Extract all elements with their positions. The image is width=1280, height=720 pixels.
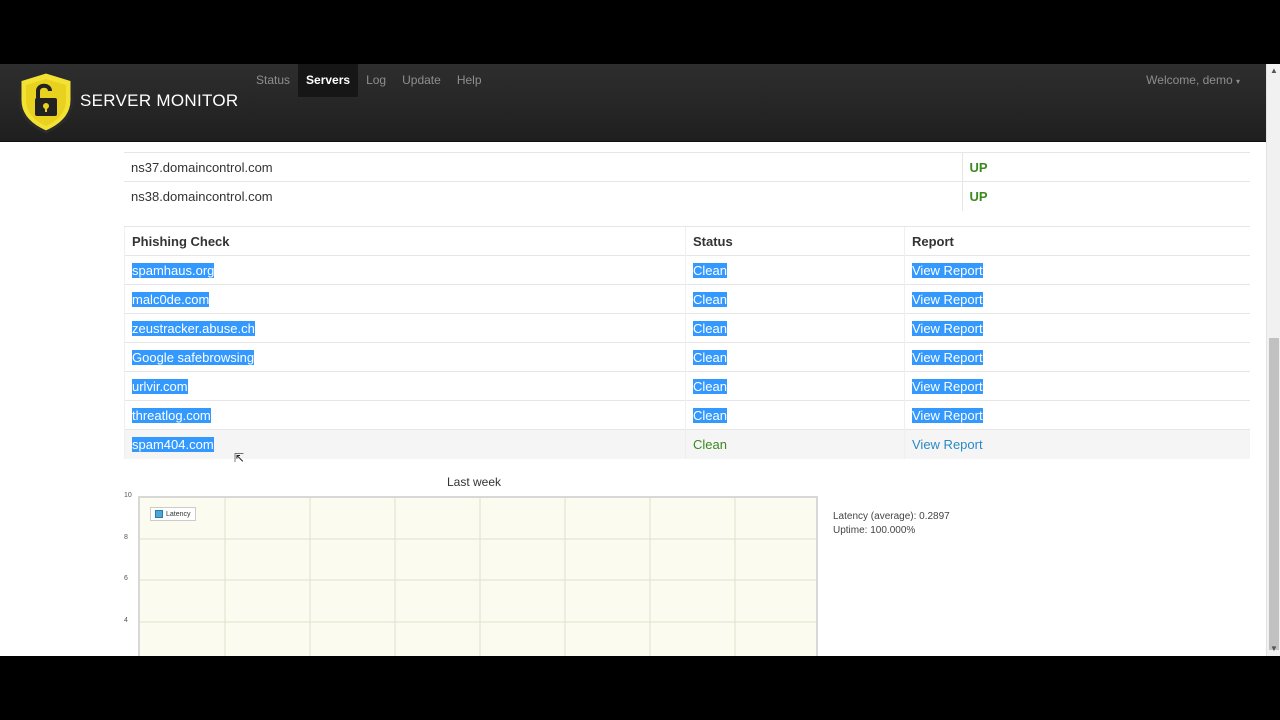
vertical-scrollbar[interactable]: ▲ ▼ (1266, 64, 1280, 656)
brand-title[interactable]: SERVER MONITOR (80, 91, 239, 111)
nameserver-table: ns37.domaincontrol.com UP ns38.domaincon… (124, 152, 1250, 211)
view-report-link[interactable]: View Report (912, 262, 983, 278)
phishing-check-name: zeustracker.abuse.ch (132, 320, 255, 336)
browser-viewport: SERVER MONITOR Status Servers Log Update… (0, 64, 1280, 656)
scroll-up-arrow-icon[interactable]: ▲ (1267, 64, 1280, 78)
legend-label: Latency (166, 510, 191, 518)
nav-servers[interactable]: Servers (298, 64, 359, 97)
nav-log[interactable]: Log (358, 64, 394, 97)
uptime-value: Uptime: 100.000% (833, 525, 916, 536)
phishing-status: Clean (693, 407, 727, 423)
y-tick-label: 4 (124, 617, 128, 624)
main-nav: Status Servers Log Update Help (248, 64, 490, 97)
table-row: ns38.domaincontrol.com UP (124, 181, 1250, 211)
table-row: zeustracker.abuse.ch Clean View Report (124, 313, 1250, 343)
chart-grid (140, 498, 816, 656)
phishing-status: Clean (693, 262, 727, 278)
user-menu[interactable]: Welcome, demo ▾ (1146, 64, 1240, 98)
phishing-check-name: spamhaus.org (132, 262, 215, 278)
mouse-cursor-icon: ⇱ (234, 451, 245, 465)
phishing-status: Clean (693, 378, 727, 394)
nav-help[interactable]: Help (449, 64, 490, 97)
table-header-row: Phishing Check Status Report (124, 226, 1250, 256)
scroll-thumb[interactable] (1269, 338, 1279, 650)
table-row: malc0de.com Clean View Report (124, 284, 1250, 314)
view-report-link[interactable]: View Report (912, 437, 983, 452)
header-report: Report (904, 226, 1250, 256)
legend-swatch (155, 510, 163, 518)
phishing-table: Phishing Check Status Report spamhaus.or… (124, 226, 1250, 459)
y-tick-label: 10 (124, 492, 132, 499)
ns-status: UP (961, 152, 1250, 182)
navbar: SERVER MONITOR Status Servers Log Update… (0, 64, 1266, 142)
table-row: spamhaus.org Clean View Report (124, 255, 1250, 285)
phishing-status: Clean (693, 436, 727, 452)
chart-legend: Latency (150, 507, 196, 521)
phishing-check-name: urlvir.com (132, 378, 188, 394)
phishing-check-name: Google safebrowsing (132, 349, 255, 365)
server-stats: Latency (average): 0.2897 Uptime: 100.00… (833, 510, 950, 538)
phishing-check-name: spam404.com (132, 436, 214, 452)
table-row: spam404.com Clean View Report (124, 429, 1250, 459)
phishing-check-name: threatlog.com (132, 407, 211, 423)
view-report-link[interactable]: View Report (912, 349, 983, 365)
view-report-link[interactable]: View Report (912, 407, 983, 423)
nav-status[interactable]: Status (248, 64, 298, 97)
table-row: threatlog.com Clean View Report (124, 400, 1250, 430)
ns-host: ns37.domaincontrol.com (124, 152, 962, 182)
phishing-check-name: malc0de.com (132, 291, 210, 307)
table-row: Google safebrowsing Clean View Report (124, 342, 1250, 372)
header-status: Status (685, 226, 905, 256)
view-report-link[interactable]: View Report (912, 291, 983, 307)
view-report-link[interactable]: View Report (912, 320, 983, 336)
phishing-status: Clean (693, 320, 727, 336)
phishing-status: Clean (693, 291, 727, 307)
chart-title: Last week (446, 475, 502, 489)
latency-average: Latency (average): 0.2897 (833, 511, 950, 522)
y-tick-label: 6 (124, 575, 128, 582)
ns-status: UP (961, 181, 1250, 211)
shield-lock-icon[interactable] (16, 70, 76, 134)
y-tick-label: 8 (124, 534, 128, 541)
table-row: urlvir.com Clean View Report (124, 371, 1250, 401)
scroll-down-arrow-icon[interactable]: ▼ (1267, 642, 1280, 656)
phishing-status: Clean (693, 349, 727, 365)
welcome-label: Welcome, demo (1146, 73, 1233, 87)
view-report-link[interactable]: View Report (912, 378, 983, 394)
header-phishing-check: Phishing Check (124, 226, 686, 256)
ns-host: ns38.domaincontrol.com (124, 181, 962, 211)
table-row: ns37.domaincontrol.com UP (124, 152, 1250, 182)
caret-down-icon: ▾ (1235, 77, 1240, 86)
latency-chart (138, 496, 818, 656)
nav-update[interactable]: Update (394, 64, 449, 97)
